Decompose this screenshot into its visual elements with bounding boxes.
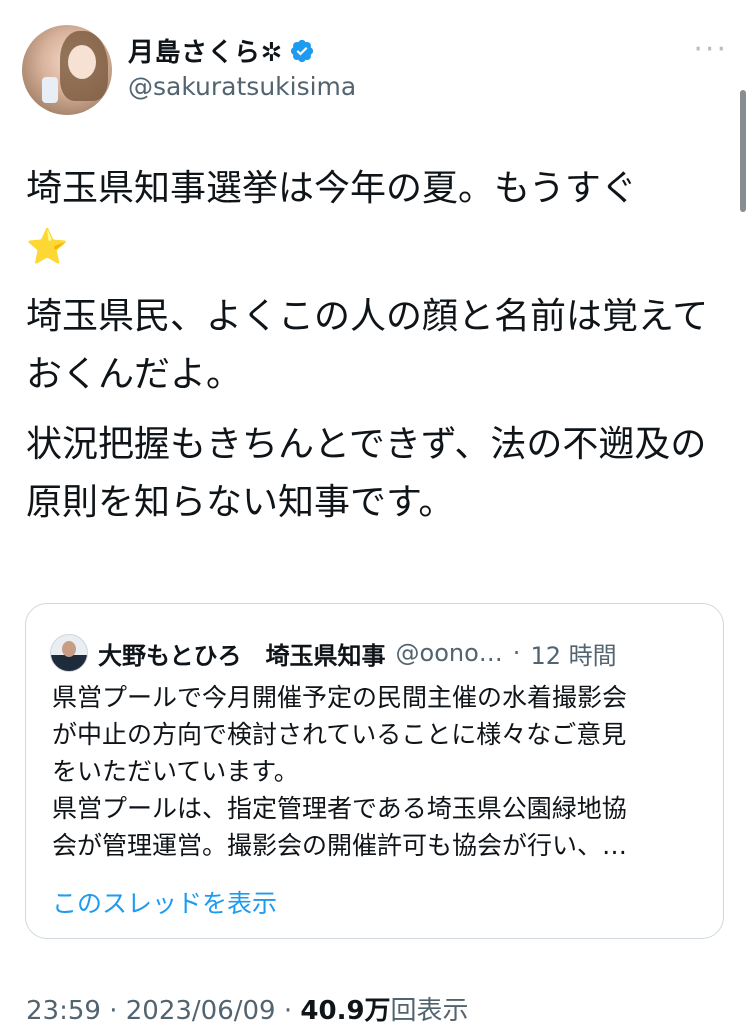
quoted-separator: · — [512, 639, 521, 667]
quoted-tweet-card[interactable]: 大野もとひろ 埼玉県知事 @oono… · 12 時間 県営プールで今月開催予定… — [25, 603, 724, 939]
author-handle[interactable]: @sakuratsukisima — [128, 72, 356, 101]
quoted-timestamp: 12 時間 — [530, 641, 617, 670]
tweet-paragraph: 埼玉県知事選挙は今年の夏。もうすぐ ⭐ — [26, 160, 726, 276]
more-options-icon[interactable]: ··· — [693, 35, 728, 65]
author-display-name[interactable]: 月島さくら✲ — [128, 32, 283, 69]
view-count: 40.9万 — [300, 996, 391, 1026]
tweet-time[interactable]: 23:59 — [26, 996, 101, 1026]
tweet-paragraph-2: 埼玉県民、よくこの人の顔と名前は覚えておくんだよ。 — [26, 296, 709, 395]
scrollbar[interactable] — [740, 90, 746, 212]
tweet-text: 埼玉県知事選挙は今年の夏。もうすぐ ⭐ 埼玉県民、よくこの人の顔と名前は覚えてお… — [26, 160, 726, 544]
quoted-text-line: 県営プールは、指定管理者である埼玉県公園緑地協 — [52, 794, 627, 823]
quoted-author-handle: @oono… — [395, 639, 503, 667]
star-emoji-icon: ⭐ — [26, 227, 69, 267]
quoted-author-name: 大野もとひろ 埼玉県知事 — [98, 641, 386, 670]
quoted-tweet-header: 大野もとひろ 埼玉県知事 @oono… · 12 時間 — [50, 634, 617, 672]
quoted-author-avatar — [50, 634, 88, 672]
quoted-text-line: 会が管理運営。撮影会の開催許可も協会が行い、… — [52, 831, 628, 860]
tweet-paragraph-3: 状況把握もきちんとできず、法の不遡及の原則を知らない知事です。 — [26, 424, 707, 523]
quoted-text-line: が中止の方向で検討されていることに様々なご意見 — [52, 720, 627, 749]
view-count-label: 回表示 — [390, 996, 469, 1026]
quoted-text-line: 県営プールで今月開催予定の民間主催の水着撮影会 — [52, 683, 628, 712]
tweet-date[interactable]: 2023/06/09 — [126, 996, 276, 1026]
quoted-text-line: をいただいています。 — [52, 757, 299, 786]
avatar-face — [68, 45, 96, 79]
author-avatar[interactable] — [22, 25, 112, 115]
quoted-tweet-text: 県営プールで今月開催予定の民間主催の水着撮影会 が中止の方向で検討されていること… — [52, 679, 712, 864]
verified-badge-icon — [290, 39, 313, 62]
tweet-meta: 23:59 · 2023/06/09 · 40.9万回表示 — [26, 996, 469, 1026]
tweet-paragraph-1: 埼玉県知事選挙は今年の夏。もうすぐ — [26, 168, 637, 209]
show-thread-link[interactable]: このスレッドを表示 — [52, 884, 277, 920]
author-name-row[interactable]: 月島さくら✲ — [128, 32, 315, 69]
avatar-cup — [42, 77, 58, 103]
